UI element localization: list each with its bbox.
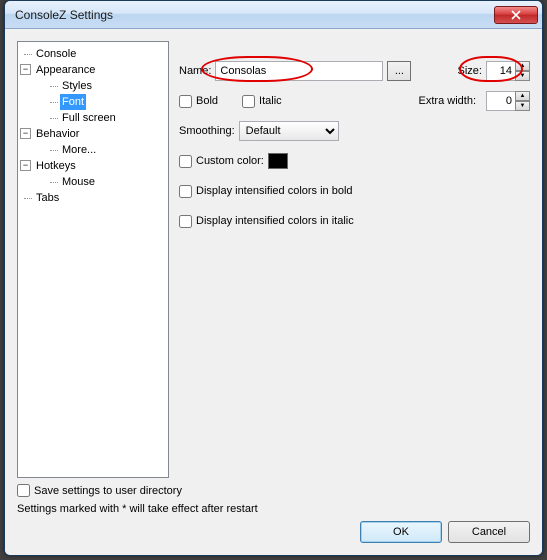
tree-node-console[interactable]: Console [20,46,166,62]
intensified-bold-label: Display intensified colors in bold [196,185,353,197]
tree-node-behavior[interactable]: − Behavior More... [20,126,166,158]
size-down-button[interactable]: ▼ [515,71,530,81]
extra-width-up-button[interactable]: ▲ [515,91,530,101]
browse-font-button[interactable]: ... [387,61,411,81]
size-input[interactable] [486,61,516,81]
bold-checkbox[interactable] [179,95,192,108]
extra-width-label: Extra width: [419,95,476,107]
smoothing-label: Smoothing: [179,125,235,137]
collapse-icon[interactable]: − [20,128,31,139]
intensified-italic-checkbox[interactable] [179,215,192,228]
tree-node-mouse[interactable]: Mouse [46,174,166,190]
font-settings-panel: Name: ... Size: ▲ ▼ [179,41,530,478]
intensified-bold-checkbox[interactable] [179,185,192,198]
nav-tree[interactable]: Console − Appearance Styles Font Full sc… [17,41,169,478]
smoothing-select[interactable]: Default [239,121,339,141]
collapse-icon[interactable]: − [20,160,31,171]
tree-node-more[interactable]: More... [46,142,166,158]
restart-hint: Settings marked with * will take effect … [17,503,530,515]
name-label: Name: [179,65,211,77]
tree-node-appearance[interactable]: − Appearance Styles Font Full screen [20,62,166,126]
collapse-icon[interactable]: − [20,64,31,75]
size-label: Size: [458,65,482,77]
main-area: Console − Appearance Styles Font Full sc… [17,41,530,478]
size-up-button[interactable]: ▲ [515,61,530,71]
tree-node-tabs[interactable]: Tabs [20,190,166,206]
tree-node-styles[interactable]: Styles [46,78,166,94]
custom-color-label: Custom color: [196,155,264,167]
custom-color-checkbox[interactable] [179,155,192,168]
close-icon [511,10,521,20]
cancel-button[interactable]: Cancel [448,521,530,543]
close-button[interactable] [494,6,538,24]
tree-node-font[interactable]: Font [46,94,166,110]
intensified-italic-label: Display intensified colors in italic [196,215,354,227]
ok-button[interactable]: OK [360,521,442,543]
tree-node-fullscreen[interactable]: Full screen [46,110,166,126]
font-name-input[interactable] [215,61,383,81]
extra-width-spinner[interactable]: ▲ ▼ [486,91,530,111]
settings-dialog: ConsoleZ Settings Console − Appearance S… [4,0,543,556]
color-swatch[interactable] [268,153,288,169]
save-user-dir-label: Save settings to user directory [34,485,182,497]
save-user-dir-checkbox[interactable] [17,484,30,497]
dialog-footer: Save settings to user directory Settings… [17,478,530,543]
window-title: ConsoleZ Settings [15,8,494,22]
titlebar[interactable]: ConsoleZ Settings [5,1,542,29]
italic-checkbox[interactable] [242,95,255,108]
size-spinner[interactable]: ▲ ▼ [486,61,530,81]
tree-node-hotkeys[interactable]: − Hotkeys Mouse [20,158,166,190]
italic-label: Italic [259,95,282,107]
bold-label: Bold [196,95,218,107]
dialog-content: Console − Appearance Styles Font Full sc… [5,29,542,555]
extra-width-down-button[interactable]: ▼ [515,101,530,111]
extra-width-input[interactable] [486,91,516,111]
